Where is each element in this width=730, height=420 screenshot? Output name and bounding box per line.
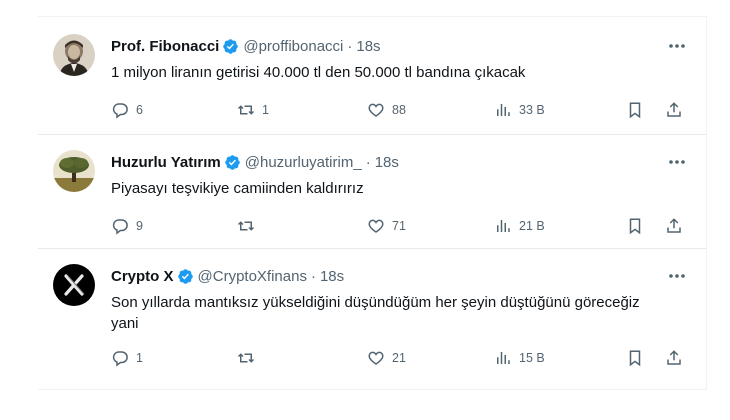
- tweet[interactable]: Prof. Fibonacci @proffibonacci · 18s 1 m…: [38, 24, 706, 135]
- like-count: 21: [392, 351, 406, 365]
- retweet-icon: [237, 353, 255, 363]
- like-icon: [368, 219, 384, 233]
- share-button[interactable]: [665, 214, 683, 238]
- more-icon[interactable]: [666, 38, 688, 54]
- like-button[interactable]: 88: [367, 98, 406, 122]
- more-icon[interactable]: [666, 268, 688, 284]
- share-button[interactable]: [665, 98, 683, 122]
- share-icon: [667, 102, 681, 117]
- action-bar: 9 71 21 B: [111, 214, 688, 238]
- reply-icon: [112, 219, 128, 235]
- separator: ·: [310, 267, 316, 285]
- action-bar: 6 1 88 33 B: [111, 98, 688, 122]
- handle[interactable]: @CryptoXfinans: [198, 268, 307, 285]
- bookmark-button[interactable]: [626, 98, 644, 122]
- views-button[interactable]: 15 B: [494, 346, 545, 370]
- more-icon[interactable]: [666, 154, 688, 170]
- display-name[interactable]: Prof. Fibonacci: [111, 38, 219, 55]
- handle[interactable]: @proffibonacci: [243, 38, 343, 55]
- reply-button[interactable]: 6: [111, 98, 143, 122]
- separator: ·: [365, 153, 371, 171]
- timestamp[interactable]: 18s: [320, 268, 344, 285]
- views-count: 21 B: [519, 219, 545, 233]
- retweet-icon: [237, 221, 255, 231]
- views-button[interactable]: 21 B: [494, 214, 545, 238]
- verified-badge-icon: [224, 154, 241, 171]
- verified-badge-icon: [177, 268, 194, 285]
- share-icon: [667, 350, 681, 365]
- tweet-header: Huzurlu Yatırım @huzurluyatirim_ · 18s: [111, 152, 399, 172]
- bookmark-icon: [629, 102, 641, 119]
- like-icon: [368, 103, 384, 117]
- tweet-text: 1 milyon liranın getirisi 40.000 tl den …: [111, 64, 526, 81]
- retweet-button[interactable]: [237, 346, 262, 370]
- tweet[interactable]: Huzurlu Yatırım @huzurluyatirim_ · 18s P…: [38, 140, 706, 249]
- bookmark-button[interactable]: [626, 214, 644, 238]
- tweet[interactable]: Crypto X @CryptoXfinans · 18s Son yıllar…: [38, 254, 706, 382]
- views-count: 33 B: [519, 103, 545, 117]
- avatar[interactable]: [53, 264, 95, 306]
- share-button[interactable]: [665, 346, 683, 370]
- like-icon: [368, 351, 384, 365]
- reply-button[interactable]: 9: [111, 214, 143, 238]
- retweet-count: 1: [262, 103, 269, 117]
- tweet-text: Piyasayı teşvikiye camiinden kaldırırız: [111, 180, 364, 197]
- tweet-header: Prof. Fibonacci @proffibonacci · 18s: [111, 36, 381, 56]
- tweet-text: Son yıllarda mantıksız yükseldiğini düşü…: [111, 294, 640, 332]
- reply-icon: [112, 351, 128, 367]
- like-button[interactable]: 71: [367, 214, 406, 238]
- timestamp[interactable]: 18s: [375, 154, 399, 171]
- separator: ·: [347, 37, 353, 55]
- like-count: 71: [392, 219, 406, 233]
- reply-icon: [112, 103, 128, 119]
- retweet-icon: [237, 105, 255, 115]
- display-name[interactable]: Crypto X: [111, 268, 174, 285]
- reply-count: 6: [136, 103, 143, 117]
- avatar[interactable]: [53, 150, 95, 192]
- views-button[interactable]: 33 B: [494, 98, 545, 122]
- handle[interactable]: @huzurluyatirim_: [245, 154, 362, 171]
- retweet-button[interactable]: 1: [237, 98, 269, 122]
- timeline: Prof. Fibonacci @proffibonacci · 18s 1 m…: [0, 0, 730, 420]
- views-icon: [497, 104, 510, 116]
- bookmark-icon: [629, 350, 641, 367]
- share-icon: [667, 218, 681, 233]
- like-button[interactable]: 21: [367, 346, 406, 370]
- like-count: 88: [392, 103, 406, 117]
- reply-count: 9: [136, 219, 143, 233]
- verified-badge-icon: [222, 38, 239, 55]
- bookmark-icon: [629, 218, 641, 235]
- retweet-button[interactable]: [237, 214, 262, 238]
- action-bar: 1 21 15 B: [111, 346, 688, 370]
- tweet-header: Crypto X @CryptoXfinans · 18s: [111, 266, 344, 286]
- views-icon: [497, 352, 510, 364]
- views-icon: [497, 220, 510, 232]
- views-count: 15 B: [519, 351, 545, 365]
- avatar[interactable]: [53, 34, 95, 76]
- bookmark-button[interactable]: [626, 346, 644, 370]
- display-name[interactable]: Huzurlu Yatırım: [111, 154, 221, 171]
- timestamp[interactable]: 18s: [356, 38, 380, 55]
- reply-button[interactable]: 1: [111, 346, 143, 370]
- reply-count: 1: [136, 351, 143, 365]
